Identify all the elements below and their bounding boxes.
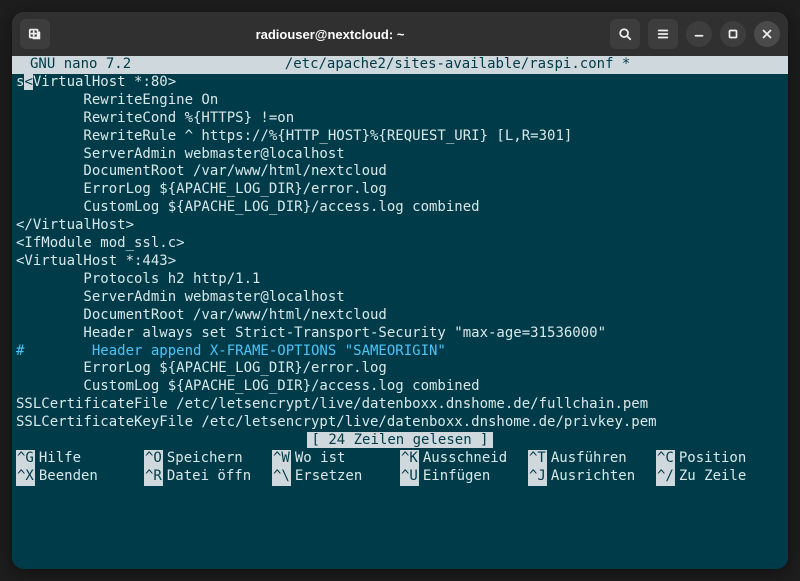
shortcut-key: ^\	[272, 468, 291, 486]
editor-line: DocumentRoot /var/www/html/nextcloud	[16, 307, 784, 325]
editor-line: SSLCertificateKeyFile /etc/letsencrypt/l…	[16, 414, 784, 432]
nano-shortcut: ^RDatei öffn	[144, 468, 272, 486]
terminal-viewport[interactable]: GNU nano 7.2 /etc/apache2/sites-availabl…	[12, 56, 788, 569]
shortcut-key: ^W	[272, 450, 291, 468]
nano-shortcut: ^OSpeichern	[144, 450, 272, 468]
editor-line: </VirtualHost>	[16, 217, 784, 235]
shortcut-key: ^R	[144, 468, 163, 486]
shortcut-key: ^C	[656, 450, 675, 468]
editor-line: <VirtualHost *:443>	[16, 253, 784, 271]
shortcut-key: ^/	[656, 468, 675, 486]
shortcut-key: ^G	[16, 450, 35, 468]
terminal-window: radiouser@nextcloud: ~ GNU nano 7.2 /etc…	[12, 12, 788, 569]
titlebar: radiouser@nextcloud: ~	[12, 12, 788, 56]
editor-line: DocumentRoot /var/www/html/nextcloud	[16, 163, 784, 181]
shortcut-label: Einfügen	[419, 468, 490, 486]
maximize-button[interactable]	[720, 21, 746, 47]
editor-line: RewriteRule ^ https://%{HTTP_HOST}%{REQU…	[16, 128, 784, 146]
shortcut-label: Ausrichten	[547, 468, 635, 486]
shortcut-label: Zu Zeile	[675, 468, 746, 486]
nano-shortcut: ^GHilfe	[16, 450, 144, 468]
shortcut-label: Beenden	[35, 468, 98, 486]
editor-line: Protocols h2 http/1.1	[16, 271, 784, 289]
editor-line: RewriteEngine On	[16, 92, 784, 110]
nano-shortcut: ^WWo ist	[272, 450, 400, 468]
shortcut-key: ^X	[16, 468, 35, 486]
editor-line: ServerAdmin webmaster@localhost	[16, 146, 784, 164]
close-button[interactable]	[754, 21, 780, 47]
editor-line: SSLCertificateFile /etc/letsencrypt/live…	[16, 396, 784, 414]
nano-content[interactable]: s<VirtualHost *:80> RewriteEngine On Rew…	[12, 74, 788, 432]
nano-shortcut: ^/Zu Zeile	[656, 468, 784, 486]
shortcut-label: Ausführen	[547, 450, 627, 468]
nano-shortcut: ^TAusführen	[528, 450, 656, 468]
new-tab-button[interactable]	[20, 19, 50, 49]
editor-line: <IfModule mod_ssl.c>	[16, 235, 784, 253]
shortcut-key: ^U	[400, 468, 419, 486]
shortcut-label: Datei öffn	[163, 468, 251, 486]
nano-shortcuts-row-1: ^GHilfe^OSpeichern^WWo ist^KAusschneid^T…	[12, 450, 788, 468]
editor-line: RewriteCond %{HTTPS} !=on	[16, 110, 784, 128]
nano-shortcut: ^\Ersetzen	[272, 468, 400, 486]
nano-shortcut: ^XBeenden	[16, 468, 144, 486]
nano-status-text: [ 24 Zeilen gelesen ]	[307, 432, 492, 448]
shortcut-label: Position	[675, 450, 746, 468]
editor-line: Header always set Strict-Transport-Secur…	[16, 325, 784, 343]
nano-shortcut: ^CPosition	[656, 450, 784, 468]
editor-line: CustomLog ${APACHE_LOG_DIR}/access.log c…	[16, 199, 784, 217]
shortcut-label: Ausschneid	[419, 450, 507, 468]
minimize-button[interactable]	[686, 21, 712, 47]
shortcut-key: ^T	[528, 450, 547, 468]
nano-shortcut: ^KAusschneid	[400, 450, 528, 468]
shortcut-key: ^J	[528, 468, 547, 486]
editor-line: ErrorLog ${APACHE_LOG_DIR}/error.log	[16, 360, 784, 378]
nano-app-name: GNU nano 7.2	[16, 56, 131, 74]
editor-line: # Header append X-FRAME-OPTIONS "SAMEORI…	[16, 343, 784, 361]
editor-line: ErrorLog ${APACHE_LOG_DIR}/error.log	[16, 181, 784, 199]
cursor: <	[24, 74, 32, 90]
shortcut-key: ^O	[144, 450, 163, 468]
nano-header: GNU nano 7.2 /etc/apache2/sites-availabl…	[12, 56, 788, 74]
editor-line: s<VirtualHost *:80>	[16, 74, 784, 92]
menu-button[interactable]	[648, 19, 678, 49]
nano-shortcut: ^UEinfügen	[400, 468, 528, 486]
editor-line: CustomLog ${APACHE_LOG_DIR}/access.log c…	[16, 378, 784, 396]
nano-shortcuts-row-2: ^XBeenden^RDatei öffn^\Ersetzen^UEinfüge…	[12, 468, 788, 486]
shortcut-label: Speichern	[163, 450, 243, 468]
shortcut-label: Wo ist	[291, 450, 346, 468]
window-title: radiouser@nextcloud: ~	[58, 27, 602, 42]
editor-line: ServerAdmin webmaster@localhost	[16, 289, 784, 307]
nano-file-path: /etc/apache2/sites-available/raspi.conf …	[131, 56, 784, 74]
search-button[interactable]	[610, 19, 640, 49]
nano-status-line: [ 24 Zeilen gelesen ]	[12, 432, 788, 450]
shortcut-label: Hilfe	[35, 450, 81, 468]
nano-shortcut: ^JAusrichten	[528, 468, 656, 486]
shortcut-key: ^K	[400, 450, 419, 468]
shortcut-label: Ersetzen	[291, 468, 362, 486]
